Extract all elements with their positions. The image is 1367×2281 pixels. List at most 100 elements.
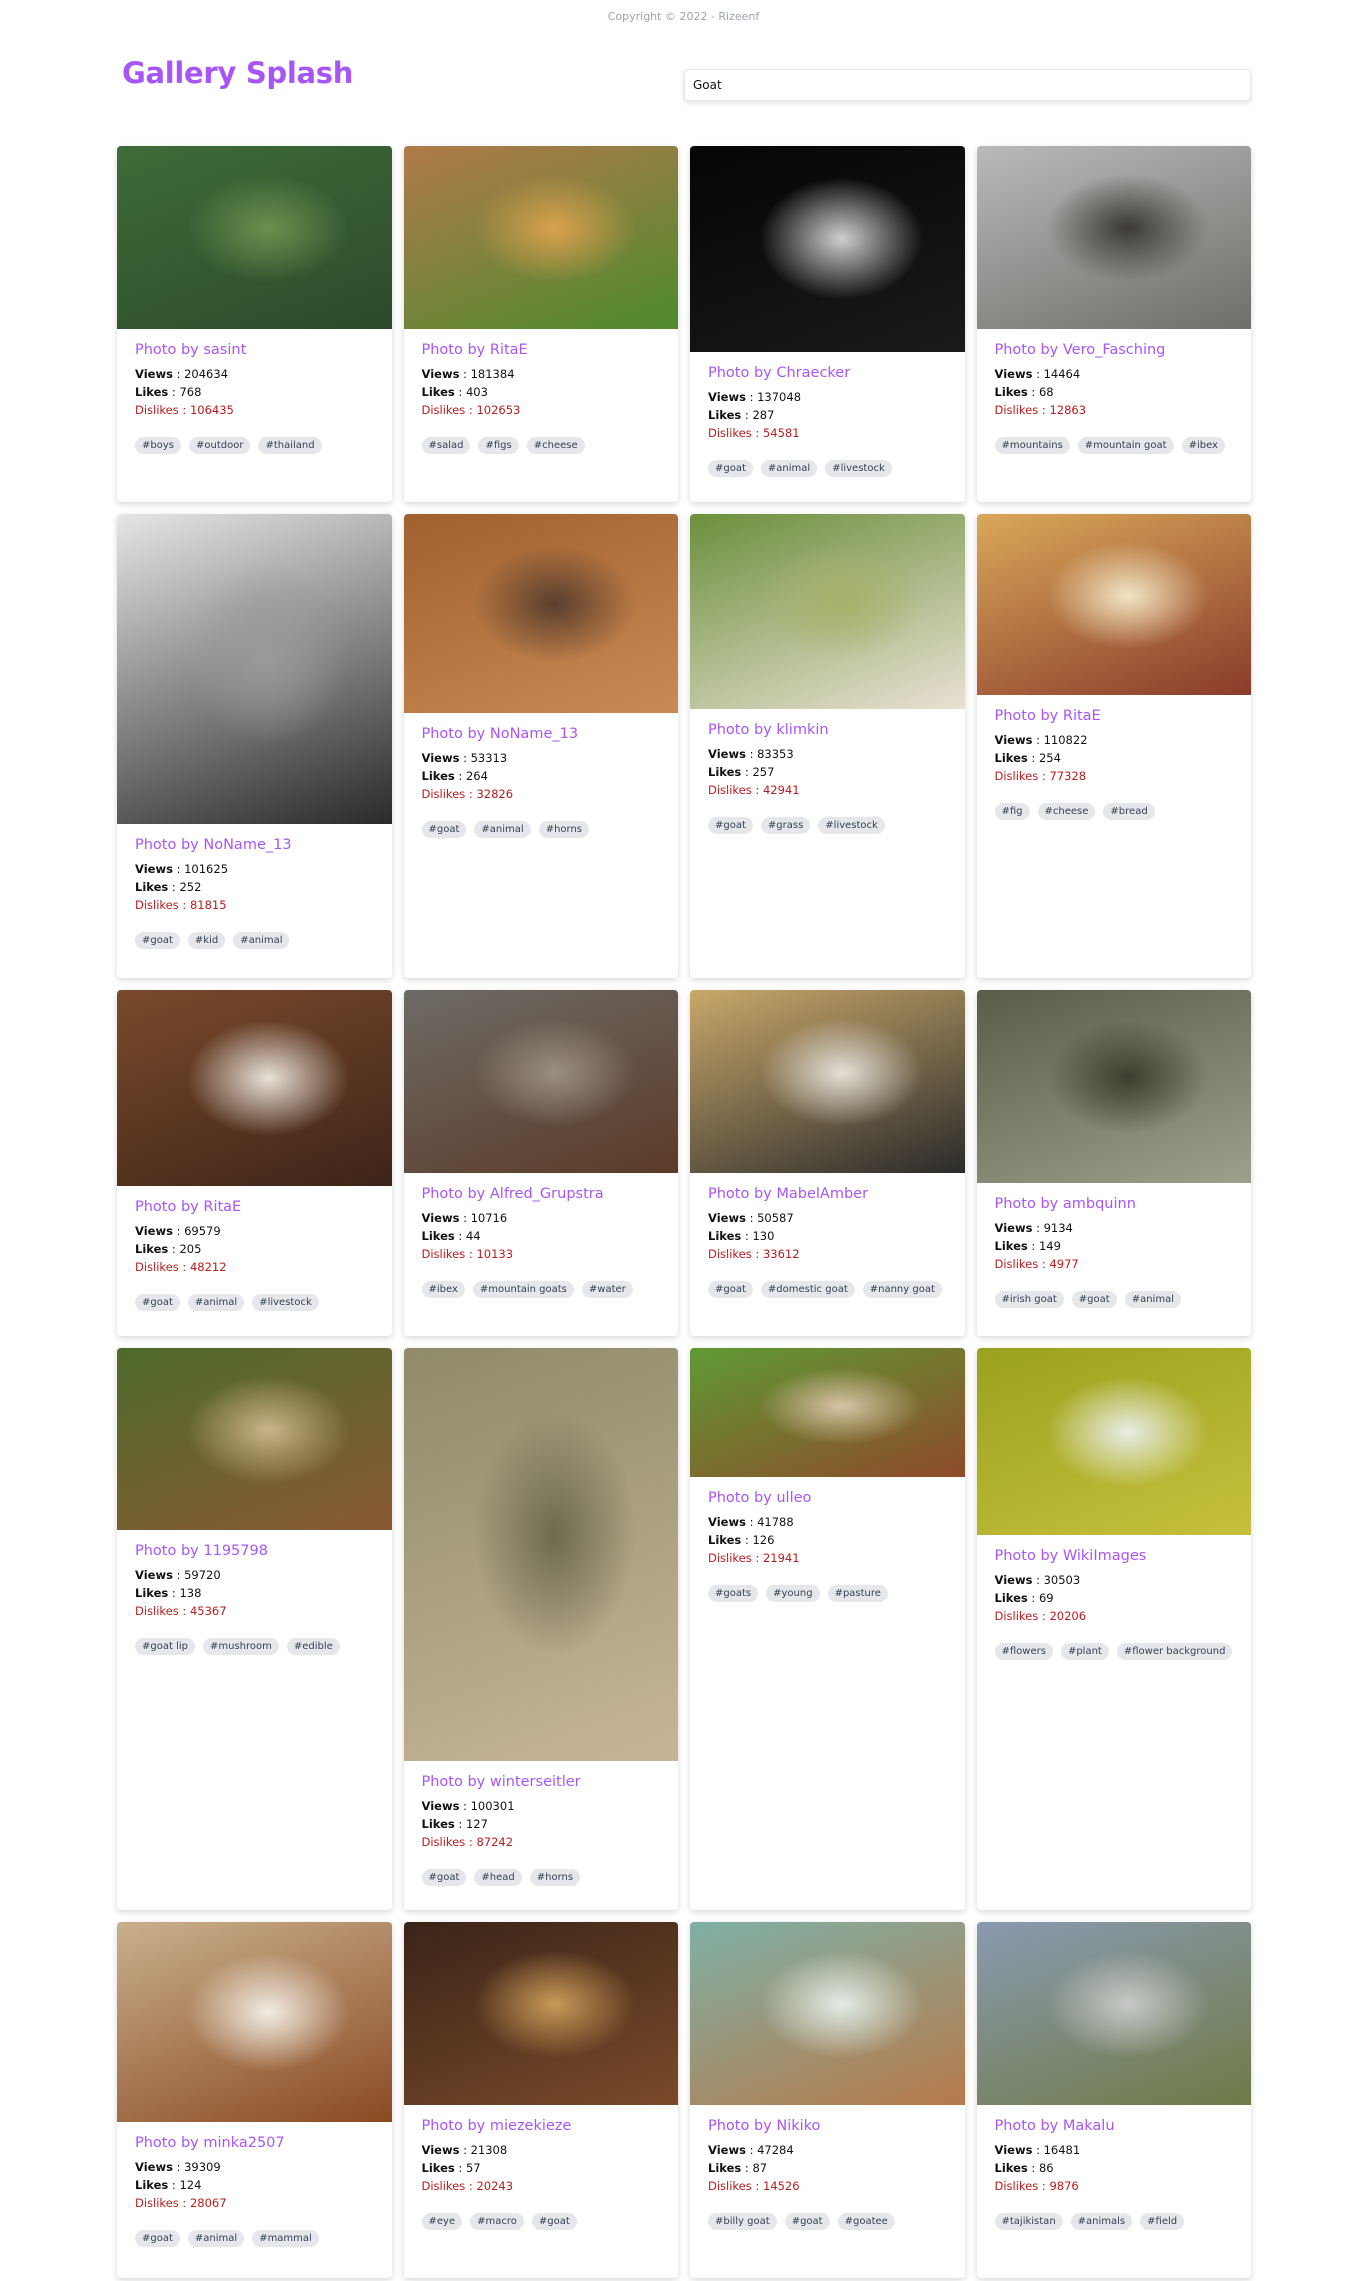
tag-chip[interactable]: #ibex: [421, 1281, 465, 1298]
tag-chip[interactable]: #grass: [760, 817, 811, 834]
photo-image[interactable]: [976, 990, 1251, 1183]
tag-chip[interactable]: #kid: [187, 932, 226, 949]
photographer-link[interactable]: Photo by Nikiko: [708, 2118, 947, 2134]
tag-chip[interactable]: #nanny goat: [862, 1281, 942, 1298]
tag-chip[interactable]: #outdoor: [188, 437, 251, 454]
photo-card[interactable]: Photo by RitaE Views : 110822 Likes : 25…: [976, 514, 1251, 978]
tag-chip[interactable]: #goat lip: [135, 1638, 195, 1655]
tag-chip[interactable]: #goat: [708, 1281, 753, 1298]
photo-image[interactable]: [690, 990, 965, 1173]
tag-chip[interactable]: #animal: [187, 2230, 245, 2247]
tag-chip[interactable]: #animal: [760, 460, 818, 477]
tag-chip[interactable]: #goat: [135, 932, 180, 949]
tag-chip[interactable]: #horns: [538, 821, 590, 838]
photo-card[interactable]: Photo by MabelAmber Views : 50587 Likes …: [690, 990, 965, 1336]
photo-image[interactable]: [976, 1922, 1251, 2105]
tag-chip[interactable]: #fig: [994, 803, 1030, 820]
tag-chip[interactable]: #flowers: [994, 1643, 1053, 1660]
tag-chip[interactable]: #livestock: [252, 1294, 319, 1311]
tag-chip[interactable]: #boys: [135, 437, 181, 454]
photo-image[interactable]: [117, 1922, 392, 2122]
photo-card[interactable]: Photo by Alfred_Grupstra Views : 10716 L…: [403, 990, 678, 1336]
tag-chip[interactable]: #edible: [286, 1638, 340, 1655]
photo-card[interactable]: Photo by RitaE Views : 69579 Likes : 205…: [117, 990, 392, 1336]
tag-chip[interactable]: #mountain goats: [472, 1281, 574, 1298]
photo-card[interactable]: Photo by NoName_13 Views : 101625 Likes …: [117, 514, 392, 978]
photographer-link[interactable]: Photo by miezekieze: [422, 2118, 661, 2134]
tag-chip[interactable]: #livestock: [825, 460, 892, 477]
photographer-link[interactable]: Photo by sasint: [135, 342, 374, 358]
search-input[interactable]: [684, 69, 1251, 101]
tag-chip[interactable]: #field: [1140, 2213, 1185, 2230]
photo-card[interactable]: Photo by Makalu Views : 16481 Likes : 86…: [976, 1922, 1251, 2278]
photographer-link[interactable]: Photo by MabelAmber: [708, 1186, 947, 1202]
photo-card[interactable]: Photo by RitaE Views : 181384 Likes : 40…: [403, 146, 678, 502]
tag-chip[interactable]: #animals: [1070, 2213, 1133, 2230]
tag-chip[interactable]: #goat: [784, 2213, 830, 2230]
tag-chip[interactable]: #water: [581, 1281, 633, 1298]
photo-image[interactable]: [976, 1348, 1251, 1535]
photographer-link[interactable]: Photo by 1195798: [135, 1543, 374, 1559]
photo-card[interactable]: Photo by NoName_13 Views : 53313 Likes :…: [403, 514, 678, 978]
tag-chip[interactable]: #thailand: [258, 437, 322, 454]
photo-card[interactable]: Photo by Vero_Fasching Views : 14464 Lik…: [976, 146, 1251, 502]
tag-chip[interactable]: #cheese: [526, 437, 585, 454]
tag-chip[interactable]: #goatee: [837, 2213, 895, 2230]
photographer-link[interactable]: Photo by RitaE: [135, 1199, 374, 1215]
photo-image[interactable]: [976, 146, 1251, 329]
photo-image[interactable]: [403, 146, 678, 329]
tag-chip[interactable]: #goat: [135, 1294, 180, 1311]
photographer-link[interactable]: Photo by klimkin: [708, 722, 947, 738]
photographer-link[interactable]: Photo by NoName_13: [422, 726, 661, 742]
tag-chip[interactable]: #head: [474, 1869, 522, 1886]
photographer-link[interactable]: Photo by NoName_13: [135, 837, 374, 853]
tag-chip[interactable]: #bread: [1103, 803, 1155, 820]
photographer-link[interactable]: Photo by ulleo: [708, 1490, 947, 1506]
photo-card[interactable]: Photo by ambquinn Views : 9134 Likes : 1…: [976, 990, 1251, 1336]
photographer-link[interactable]: Photo by Alfred_Grupstra: [422, 1186, 661, 1202]
photo-card[interactable]: Photo by winterseitler Views : 100301 Li…: [403, 1348, 678, 1910]
tag-chip[interactable]: #goat: [135, 2230, 180, 2247]
photo-image[interactable]: [403, 1348, 678, 1761]
photographer-link[interactable]: Photo by Chraecker: [708, 365, 947, 381]
photo-image[interactable]: [403, 514, 678, 713]
photographer-link[interactable]: Photo by Makalu: [995, 2118, 1234, 2134]
photo-card[interactable]: Photo by sasint Views : 204634 Likes : 7…: [117, 146, 392, 502]
tag-chip[interactable]: #mammal: [252, 2230, 319, 2247]
photo-image[interactable]: [117, 146, 392, 329]
page-title[interactable]: Gallery Splash: [122, 56, 353, 90]
photo-image[interactable]: [117, 1348, 392, 1530]
tag-chip[interactable]: #horns: [529, 1869, 581, 1886]
photo-image[interactable]: [117, 990, 392, 1186]
tag-chip[interactable]: #goat: [708, 460, 753, 477]
tag-chip[interactable]: #mountains: [994, 437, 1070, 454]
tag-chip[interactable]: #pasture: [827, 1585, 888, 1602]
tag-chip[interactable]: #animal: [1124, 1291, 1181, 1308]
tag-chip[interactable]: #goat: [531, 2213, 577, 2230]
photographer-link[interactable]: Photo by RitaE: [995, 708, 1234, 724]
tag-chip[interactable]: #billy goat: [708, 2213, 777, 2230]
tag-chip[interactable]: #animal: [187, 1294, 245, 1311]
tag-chip[interactable]: #flower background: [1116, 1643, 1233, 1660]
photo-card[interactable]: Photo by minka2507 Views : 39309 Likes :…: [117, 1922, 392, 2278]
tag-chip[interactable]: #plant: [1060, 1643, 1109, 1660]
photo-image[interactable]: [117, 514, 392, 824]
photo-image[interactable]: [403, 990, 678, 1173]
photo-image[interactable]: [690, 146, 965, 352]
photographer-link[interactable]: Photo by Vero_Fasching: [995, 342, 1234, 358]
photographer-link[interactable]: Photo by ambquinn: [995, 1196, 1234, 1212]
tag-chip[interactable]: #goat: [708, 817, 753, 834]
tag-chip[interactable]: #mountain goat: [1077, 437, 1174, 454]
photo-image[interactable]: [976, 514, 1251, 695]
tag-chip[interactable]: #mushroom: [202, 1638, 279, 1655]
tag-chip[interactable]: #salad: [421, 437, 471, 454]
tag-chip[interactable]: #cheese: [1037, 803, 1096, 820]
tag-chip[interactable]: #animal: [233, 932, 290, 949]
photo-card[interactable]: Photo by miezekieze Views : 21308 Likes …: [403, 1922, 678, 2278]
tag-chip[interactable]: #domestic goat: [760, 1281, 855, 1298]
photo-card[interactable]: Photo by 1195798 Views : 59720 Likes : 1…: [117, 1348, 392, 1910]
tag-chip[interactable]: #goat: [1071, 1291, 1117, 1308]
tag-chip[interactable]: #goat: [421, 821, 467, 838]
tag-chip[interactable]: #irish goat: [994, 1291, 1064, 1308]
tag-chip[interactable]: #young: [766, 1585, 820, 1602]
